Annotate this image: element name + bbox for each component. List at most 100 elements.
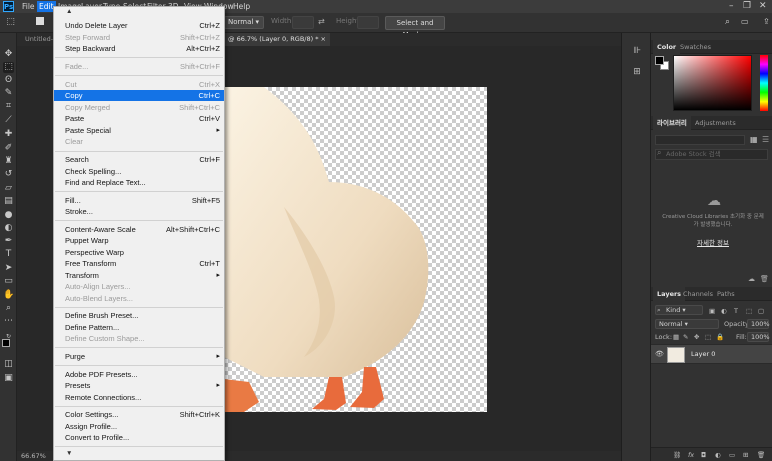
library-select[interactable] — [655, 135, 745, 145]
menu-item-define-brush[interactable]: Define Brush Preset... — [54, 310, 224, 321]
lock-all-icon[interactable]: 🔒 — [716, 332, 724, 342]
width-field[interactable] — [292, 16, 314, 29]
lock-artboard-icon[interactable]: ⬚ — [705, 332, 711, 342]
duck-image[interactable] — [224, 87, 487, 412]
lock-position-icon[interactable]: ✥ — [694, 332, 699, 342]
menu-file[interactable]: File — [20, 1, 37, 12]
lock-transparency-icon[interactable]: ▦ — [673, 332, 679, 342]
crop-tool-icon[interactable]: ⌗ — [3, 101, 14, 112]
cloud-sync-icon[interactable]: ☁ — [748, 275, 755, 283]
filter-type-icon[interactable]: T — [734, 306, 738, 316]
tab-libraries[interactable]: 라이브러리 — [653, 116, 691, 130]
quick-select-tool-icon[interactable]: ✎ — [3, 88, 14, 99]
rect-marquee-tool-icon[interactable]: ⬚ — [3, 62, 14, 73]
color-foreground-swatch[interactable] — [655, 56, 664, 65]
properties-panel-icon[interactable]: ⊞ — [631, 66, 643, 78]
pen-tool-icon[interactable]: ✒ — [3, 236, 14, 247]
menu-item-copy[interactable]: Copy Ctrl+C — [54, 90, 224, 101]
screen-mode-icon[interactable]: ▣ — [3, 373, 14, 384]
menu-item-search[interactable]: Search Ctrl+F — [54, 154, 224, 165]
layer-kind-filter[interactable]: Kind ▾ — [655, 305, 703, 315]
menu-item-convert-profile[interactable]: Convert to Profile... — [54, 432, 224, 443]
share-icon[interactable]: ⇪ — [763, 17, 770, 26]
swap-icon[interactable]: ⇄ — [318, 17, 325, 26]
scroll-down-arrow-icon[interactable]: ▼ — [66, 450, 72, 457]
select-and-mask-button[interactable]: Select and Mask... — [385, 16, 445, 39]
color-picker-field[interactable] — [673, 55, 752, 111]
new-adjustment-icon[interactable]: ◐ — [715, 450, 721, 460]
style-select[interactable]: Normal ▾ — [224, 16, 264, 29]
dodge-tool-icon[interactable]: ◐ — [3, 223, 14, 234]
menu-item-step-forward[interactable]: Step Forward Shift+Ctrl+Z — [54, 32, 224, 43]
hand-tool-icon[interactable]: ✋ — [3, 290, 14, 301]
hue-slider[interactable] — [760, 55, 768, 111]
menu-item-color-settings[interactable]: Color Settings... Shift+Ctrl+K — [54, 409, 224, 420]
layer-style-icon[interactable]: fx — [688, 450, 694, 460]
menu-item-cut[interactable]: Cut Ctrl+X — [54, 79, 224, 90]
height-field[interactable] — [357, 16, 379, 29]
clone-stamp-tool-icon[interactable]: ♜ — [3, 156, 14, 167]
foreground-color-swatch[interactable] — [2, 339, 10, 347]
more-tools-icon[interactable]: ⋯ — [3, 316, 14, 327]
layer-row[interactable]: 👁 Layer 0 — [651, 344, 772, 364]
filter-smart-object-icon[interactable]: ▢ — [758, 306, 764, 316]
quick-mask-icon[interactable]: ◫ — [3, 359, 14, 370]
tab-adjustments[interactable]: Adjustments — [691, 116, 740, 130]
gradient-tool-icon[interactable]: ▤ — [3, 196, 14, 207]
menu-item-paste-special[interactable]: Paste Special ▸ — [54, 125, 224, 136]
menu-item-fill[interactable]: Fill... Shift+F5 — [54, 195, 224, 206]
eraser-tool-icon[interactable]: ▱ — [3, 183, 14, 194]
menu-item-check-spelling[interactable]: Check Spelling... — [54, 166, 224, 177]
marquee-tool-icon[interactable]: ⬚ — [5, 17, 16, 28]
menu-item-fade[interactable]: Fade... Shift+Ctrl+F — [54, 61, 224, 72]
new-selection-icon[interactable] — [36, 17, 44, 25]
workspace-icon[interactable]: ▭ — [741, 17, 749, 26]
library-search-input[interactable]: Adobe Stock 검색 — [655, 149, 768, 160]
menu-item-find-replace[interactable]: Find and Replace Text... — [54, 177, 224, 188]
menu-help[interactable]: Help — [231, 1, 252, 12]
scroll-up-arrow-icon[interactable]: ▲ — [66, 8, 72, 15]
menu-item-copy-merged[interactable]: Copy Merged Shift+Ctrl+C — [54, 102, 224, 113]
doc-tab-active[interactable]: @ 66.7% (Layer 0, RGB/8) * × — [224, 33, 330, 46]
menu-item-define-pattern[interactable]: Define Pattern... — [54, 322, 224, 333]
new-group-icon[interactable]: ▭ — [729, 450, 735, 460]
opacity-input[interactable]: 100% — [747, 319, 770, 329]
filter-adjustment-icon[interactable]: ◐ — [721, 306, 727, 316]
rectangle-tool-icon[interactable]: ▭ — [3, 276, 14, 287]
link-layers-icon[interactable]: ⛓ — [673, 450, 681, 460]
library-learn-more-link[interactable]: 자세한 정보 — [661, 237, 765, 247]
blend-mode-select[interactable]: Normal ▾ — [655, 319, 719, 329]
menu-item-auto-align[interactable]: Auto-Align Layers... — [54, 281, 224, 292]
fill-input[interactable]: 100% — [747, 332, 770, 342]
add-mask-icon[interactable]: ◘ — [701, 450, 706, 460]
menu-item-define-custom-shape[interactable]: Define Custom Shape... — [54, 333, 224, 344]
blur-tool-icon[interactable]: ● — [3, 210, 14, 221]
menu-item-clear[interactable]: Clear — [54, 136, 224, 147]
type-tool-icon[interactable]: T — [3, 249, 14, 260]
close-icon[interactable]: ✕ — [759, 1, 767, 12]
restore-icon[interactable]: ❐ — [743, 1, 751, 12]
menu-item-undo[interactable]: Undo Delete Layer Ctrl+Z — [54, 20, 224, 31]
history-panel-icon[interactable]: ⊪ — [631, 45, 643, 57]
menu-item-perspective-warp[interactable]: Perspective Warp — [54, 247, 224, 258]
grid-view-icon[interactable]: ▦ — [750, 135, 758, 144]
brush-tool-icon[interactable]: ✐ — [3, 143, 14, 154]
history-brush-tool-icon[interactable]: ↺ — [3, 169, 14, 180]
delete-layer-icon[interactable]: 🗑 — [757, 450, 765, 460]
filter-pixel-icon[interactable]: ▣ — [709, 306, 715, 316]
menu-item-assign-profile[interactable]: Assign Profile... — [54, 421, 224, 432]
move-tool-icon[interactable]: ✥ — [3, 49, 14, 60]
zoom-level[interactable]: 66.67% — [21, 451, 46, 461]
menu-item-remote-connections[interactable]: Remote Connections... — [54, 392, 224, 403]
tab-channels[interactable]: Channels — [679, 287, 717, 301]
eyedropper-tool-icon[interactable]: ⟋ — [3, 115, 14, 126]
path-select-tool-icon[interactable]: ➤ — [3, 263, 14, 274]
library-trash-icon[interactable]: 🗑 — [760, 275, 769, 283]
menu-item-paste[interactable]: Paste Ctrl+V — [54, 113, 224, 124]
visibility-eye-icon[interactable]: 👁 — [655, 350, 664, 358]
menu-item-stroke[interactable]: Stroke... — [54, 206, 224, 217]
menu-item-transform[interactable]: Transform ▸ — [54, 270, 224, 281]
zoom-tool-icon[interactable]: ⌕ — [3, 303, 14, 314]
list-view-icon[interactable]: ☰ — [762, 135, 769, 144]
minimize-icon[interactable]: – — [729, 1, 734, 12]
